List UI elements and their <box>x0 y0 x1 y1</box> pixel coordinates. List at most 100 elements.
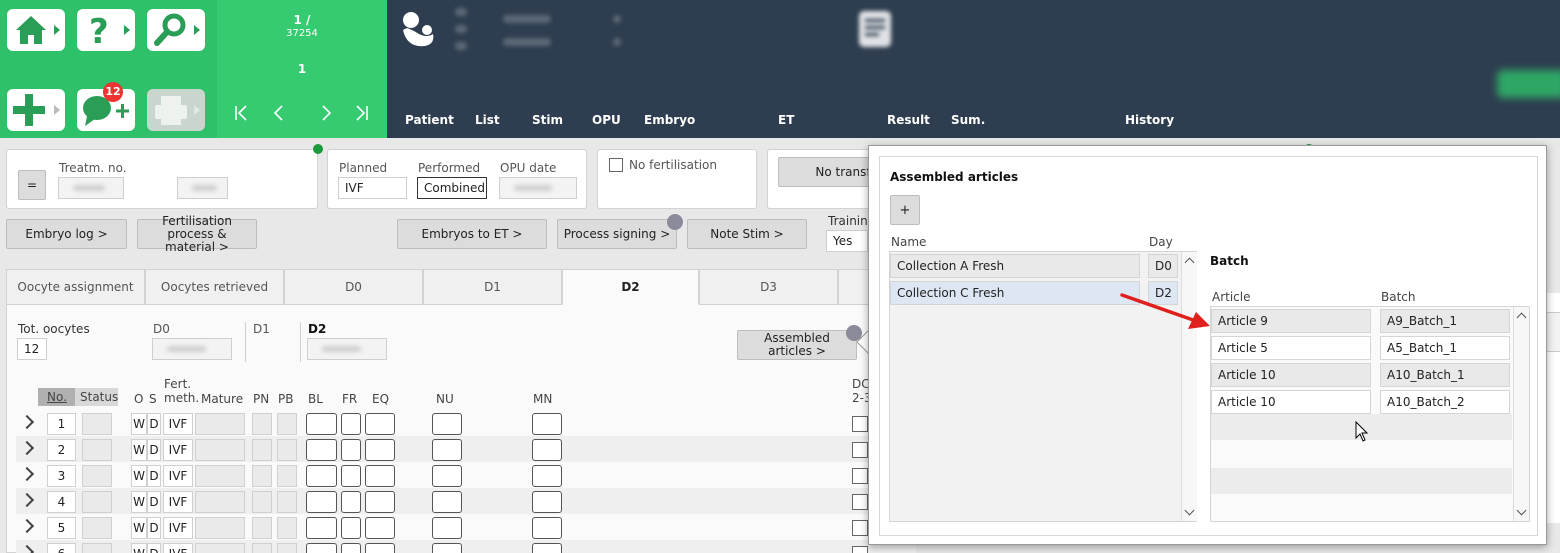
row-bl-input[interactable] <box>306 517 337 539</box>
batch-article-cell[interactable]: Article 9 <box>1211 309 1371 333</box>
training-field[interactable]: Yes <box>826 230 868 252</box>
row-fert-method-cell[interactable]: IVF <box>163 413 193 435</box>
row-mature-cell[interactable] <box>195 491 245 513</box>
expand-row-icon[interactable] <box>19 518 35 534</box>
tab-et[interactable]: ET <box>778 113 794 127</box>
row-pb-cell[interactable] <box>277 439 297 461</box>
embryos-to-et-button[interactable]: Embryos to ET > <box>397 219 547 249</box>
row-status-cell[interactable] <box>82 465 112 487</box>
expand-row-icon[interactable] <box>19 544 35 553</box>
tab-opu[interactable]: OPU <box>592 113 621 127</box>
row-pn-cell[interactable] <box>252 413 272 435</box>
scroll-up-icon[interactable] <box>1184 257 1195 268</box>
row-mature-cell[interactable] <box>195 517 245 539</box>
tab-sum[interactable]: Sum. <box>951 113 985 127</box>
row-bl-input[interactable] <box>306 465 337 487</box>
row-nu-input[interactable] <box>432 517 462 539</box>
tab-d2[interactable]: D2 <box>562 269 699 305</box>
row-pn-cell[interactable] <box>252 439 272 461</box>
row-eq-input[interactable] <box>365 465 395 487</box>
tab-d1[interactable]: D1 <box>423 269 562 305</box>
assembled-articles-button[interactable]: Assembled articles > <box>737 330 857 360</box>
row-fr-input[interactable] <box>341 491 361 513</box>
d0-date-field[interactable] <box>152 338 232 360</box>
row-o-cell[interactable]: W <box>131 491 147 513</box>
fertilisation-process-button[interactable]: Fertilisation process & material > <box>137 214 257 253</box>
row-fert-method-cell[interactable]: IVF <box>163 543 193 553</box>
row-nu-input[interactable] <box>432 465 462 487</box>
tab-stim[interactable]: Stim <box>532 113 563 127</box>
tot-oocytes-field[interactable]: 12 <box>17 338 47 360</box>
row-o-cell[interactable]: W <box>131 543 147 553</box>
treatment-subnumber-field[interactable] <box>177 177 228 199</box>
treatment-number-field[interactable] <box>58 177 124 199</box>
row-fr-input[interactable] <box>341 413 361 435</box>
tab-d3[interactable]: D3 <box>699 269 838 305</box>
process-signing-button[interactable]: Process signing > <box>557 219 677 249</box>
row-o-cell[interactable]: W <box>131 439 147 461</box>
row-mature-cell[interactable] <box>195 413 245 435</box>
equals-button[interactable]: = <box>18 170 46 200</box>
column-header-no[interactable]: No. <box>47 390 67 404</box>
row-mn-input[interactable] <box>532 491 562 513</box>
row-pn-cell[interactable] <box>252 491 272 513</box>
planned-field[interactable]: IVF <box>338 177 407 199</box>
performed-field[interactable]: Combined <box>417 177 487 199</box>
tab-embryo[interactable]: Embryo <box>644 113 695 127</box>
no-fertilisation-checkbox[interactable] <box>609 158 623 172</box>
row-mature-cell[interactable] <box>195 439 245 461</box>
row-pb-cell[interactable] <box>277 491 297 513</box>
table-row[interactable]: 2 W D IVF <box>16 436 916 462</box>
row-dc-checkbox[interactable] <box>852 442 868 458</box>
home-button[interactable] <box>7 9 65 51</box>
row-status-cell[interactable] <box>82 543 112 553</box>
row-o-cell[interactable]: W <box>131 413 147 435</box>
row-number-cell[interactable]: 1 <box>47 413 76 435</box>
row-bl-input[interactable] <box>306 439 337 461</box>
row-number-cell[interactable]: 2 <box>47 439 76 461</box>
batch-article-cell[interactable]: Article 10 <box>1211 390 1371 414</box>
row-fert-method-cell[interactable]: IVF <box>163 465 193 487</box>
batch-value-cell[interactable]: A10_Batch_2 <box>1380 390 1510 414</box>
add-message-button[interactable]: 12 <box>77 82 135 131</box>
row-dc-checkbox[interactable] <box>852 468 868 484</box>
scroll-down-icon[interactable] <box>1516 505 1527 516</box>
tab-d0[interactable]: D0 <box>284 269 423 305</box>
row-fert-method-cell[interactable]: IVF <box>163 517 193 539</box>
batch-article-cell[interactable]: Article 5 <box>1211 336 1371 360</box>
row-s-cell[interactable]: D <box>147 517 161 539</box>
batch-article-cell[interactable]: Article 10 <box>1211 363 1371 387</box>
table-row[interactable]: 6 WDIVF <box>16 540 916 553</box>
row-pb-cell[interactable] <box>277 465 297 487</box>
row-eq-input[interactable] <box>365 543 395 553</box>
column-header-status[interactable]: Status <box>80 390 118 404</box>
search-button[interactable] <box>147 9 205 51</box>
row-mn-input[interactable] <box>532 465 562 487</box>
row-dc-checkbox[interactable] <box>852 416 868 432</box>
row-eq-input[interactable] <box>365 517 395 539</box>
embryo-log-button[interactable]: Embryo log > <box>6 219 127 249</box>
no-transfer-button[interactable]: No transf <box>778 157 876 187</box>
help-button[interactable]: ? <box>77 9 135 51</box>
note-stim-button[interactable]: Note Stim > <box>687 219 807 249</box>
first-record-button[interactable] <box>234 104 250 127</box>
tab-oocyte-assignment[interactable]: Oocyte assignment <box>6 269 145 305</box>
batch-value-cell[interactable]: A10_Batch_1 <box>1380 363 1510 387</box>
tab-list[interactable]: List <box>475 113 500 127</box>
row-eq-input[interactable] <box>365 413 395 435</box>
row-nu-input[interactable] <box>432 491 462 513</box>
expand-row-icon[interactable] <box>19 466 35 482</box>
row-pn-cell[interactable] <box>252 517 272 539</box>
row-nu-input[interactable] <box>432 439 462 461</box>
expand-row-icon[interactable] <box>19 492 35 508</box>
row-fr-input[interactable] <box>341 543 361 553</box>
row-dc-checkbox[interactable] <box>852 546 868 553</box>
tab-oocytes-retrieved[interactable]: Oocytes retrieved <box>145 269 284 305</box>
batch-value-cell[interactable]: A9_Batch_1 <box>1380 309 1510 333</box>
row-fert-method-cell[interactable]: IVF <box>163 439 193 461</box>
row-o-cell[interactable]: W <box>131 517 147 539</box>
row-s-cell[interactable]: D <box>147 439 161 461</box>
row-fr-input[interactable] <box>341 517 361 539</box>
row-bl-input[interactable] <box>306 543 337 553</box>
row-bl-input[interactable] <box>306 413 337 435</box>
